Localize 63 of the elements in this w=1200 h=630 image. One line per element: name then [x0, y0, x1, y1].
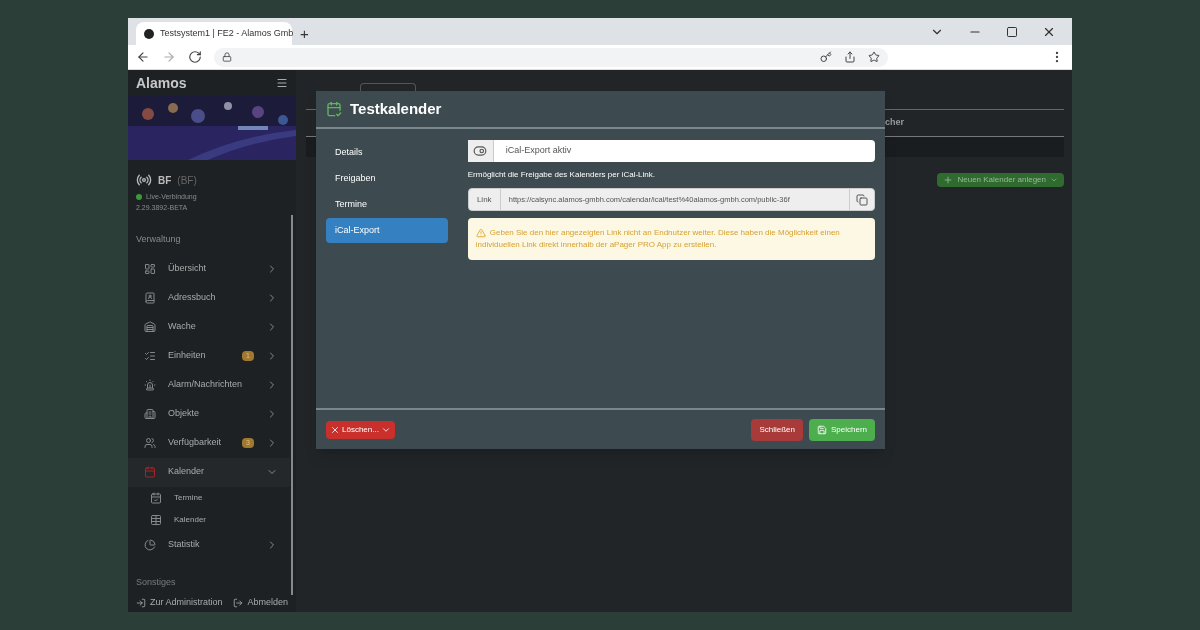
- list-icon: [144, 350, 156, 362]
- modal-tab[interactable]: Freigaben: [326, 166, 448, 191]
- key-icon[interactable]: [820, 51, 832, 63]
- modal-title: Testkalender: [350, 98, 442, 119]
- building-icon: [144, 408, 156, 420]
- site-icon: [144, 28, 154, 39]
- sidebar-item[interactable]: Statistik: [128, 530, 290, 560]
- users-icon: [144, 437, 156, 449]
- pie-chart-icon: [144, 539, 156, 551]
- warning-icon: [475, 227, 486, 238]
- back-icon[interactable]: [136, 50, 150, 64]
- section-heading: Verwaltung: [135, 233, 182, 246]
- sidebar-subitem[interactable]: Kalender: [128, 508, 290, 531]
- modal-tab[interactable]: Details: [326, 140, 448, 165]
- logout-link[interactable]: Abmelden: [233, 596, 288, 610]
- scrollbar[interactable]: [291, 215, 293, 595]
- plus-icon: [943, 175, 954, 185]
- sidebar-item[interactable]: Kalender: [128, 457, 290, 487]
- admin-link[interactable]: Zur Administration: [136, 596, 223, 610]
- sidebar-item[interactable]: Übersicht: [128, 254, 290, 284]
- sidebar-item[interactable]: Adressbuch: [128, 283, 290, 313]
- column-heading: cher: [885, 116, 904, 130]
- toggle-field[interactable]: iCal-Export aktiv: [467, 140, 875, 162]
- unit-code: (BF): [177, 173, 197, 188]
- logo: Alamos: [136, 73, 187, 93]
- tab-title: Testsystem1 | FE2 - Alamos Gmb: [160, 26, 294, 40]
- warning-message: Geben Sie den hier angezeigten Link nicht an Endnutzer weiter. Diese haben die Möglichkeit einen individuellen Link direkt innerhalb der aPager PRO App zu erstellen.: [475, 227, 841, 251]
- address-book-icon: [144, 292, 156, 304]
- copy-icon: [856, 193, 868, 206]
- lock-icon: [222, 52, 232, 62]
- close-button[interactable]: Schließen: [751, 418, 803, 441]
- reload-icon[interactable]: [188, 50, 202, 64]
- broadcast-icon: [136, 172, 152, 188]
- maximize-icon[interactable]: [1006, 25, 1018, 38]
- garage-icon: [144, 321, 156, 333]
- section-heading: Sonstiges: [135, 575, 177, 589]
- sidebar-item[interactable]: Alarm/Nachrichten: [128, 370, 290, 400]
- delete-button[interactable]: Löschen...: [326, 420, 395, 439]
- new-tab-button[interactable]: +: [300, 26, 309, 41]
- browser-tab[interactable]: Testsystem1 | FE2 - Alamos Gmb: [136, 22, 292, 45]
- toggle-on-icon[interactable]: [473, 144, 488, 158]
- menu-icon[interactable]: [276, 77, 288, 89]
- calendar-icon: [150, 491, 162, 504]
- sidebar-item[interactable]: Wache: [128, 312, 290, 342]
- close-icon: [330, 424, 340, 435]
- modal-tab[interactable]: iCal-Export: [326, 218, 448, 243]
- save-icon: [816, 424, 827, 435]
- unit-name: BF: [158, 173, 172, 188]
- login-icon: [136, 598, 146, 608]
- link-label: Link: [468, 189, 501, 210]
- sidebar-subitem[interactable]: Termine: [128, 486, 290, 509]
- table-icon: [150, 513, 162, 526]
- calendar-check-icon: [326, 101, 342, 117]
- calendar-icon: [144, 466, 156, 478]
- sidebar-item[interactable]: Objekte: [128, 399, 290, 429]
- siren-icon: [144, 379, 156, 391]
- bookmark-icon[interactable]: [868, 51, 880, 63]
- share-icon[interactable]: [844, 51, 856, 63]
- dashboard-icon: [144, 263, 156, 275]
- help-text: Ermöglicht die Freigabe des Kalenders per iCal-Link.: [467, 169, 656, 181]
- logout-icon: [233, 598, 244, 608]
- caret-icon: [1050, 176, 1058, 184]
- modal-tab[interactable]: Termine: [326, 192, 448, 217]
